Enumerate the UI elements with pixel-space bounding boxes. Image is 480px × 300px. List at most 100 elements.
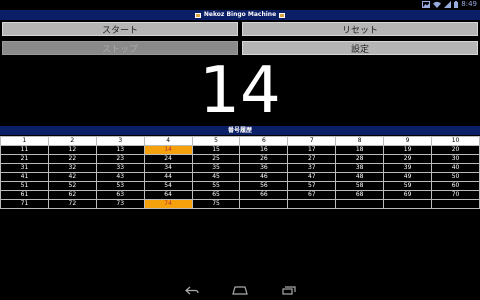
history-cell: 40: [431, 163, 480, 173]
history-cell: 65: [191, 190, 241, 200]
history-cell: 9: [383, 136, 433, 146]
history-cell: 72: [47, 199, 97, 209]
history-row: 61 62 63 64 65 66 67 68 69 70: [0, 190, 480, 200]
history-cell: [335, 199, 385, 209]
history-cell: 73: [95, 199, 145, 209]
history-cell: 64: [143, 190, 193, 200]
history-cell: 20: [431, 145, 480, 155]
status-bar: 8:49: [0, 0, 480, 9]
history-cell: 6: [239, 136, 289, 146]
history-cell: 5: [191, 136, 241, 146]
history-cell: 63: [95, 190, 145, 200]
history-cell: 14: [143, 145, 193, 155]
history-cell: 44: [143, 172, 193, 182]
history-cell: 58: [335, 181, 385, 191]
history-cell: 27: [287, 154, 337, 164]
gallery-icon: [422, 1, 431, 8]
battery-icon: [454, 1, 459, 8]
back-icon[interactable]: [185, 286, 199, 295]
history-cell: 30: [431, 154, 480, 164]
history-cell: 51: [0, 181, 49, 191]
history-cell: 13: [95, 145, 145, 155]
history-title: 番号履歴: [0, 126, 480, 135]
history-cell: 7: [287, 136, 337, 146]
wifi-icon: [433, 1, 442, 8]
history-cell: 46: [239, 172, 289, 182]
history-cell: 3: [95, 136, 145, 146]
history-cell: 52: [47, 181, 97, 191]
history-row: 31 32 33 34 35 36 37 38 39 40: [0, 163, 480, 173]
history-cell: 49: [383, 172, 433, 182]
history-cell: 15: [191, 145, 241, 155]
app-icon-right: [279, 12, 286, 18]
history-cell: 38: [335, 163, 385, 173]
history-cell: [239, 199, 289, 209]
title-bar: Nekoz Bingo Machine: [0, 10, 480, 20]
start-button[interactable]: スタート: [2, 22, 238, 36]
history-cell: 70: [431, 190, 480, 200]
history-cell: 31: [0, 163, 49, 173]
history-cell: 18: [335, 145, 385, 155]
history-cell: 61: [0, 190, 49, 200]
settings-button[interactable]: 設定: [242, 41, 478, 55]
history-cell: 39: [383, 163, 433, 173]
history-header-row: 1 2 3 4 5 6 7 8 9 10: [0, 136, 480, 146]
history-cell: 11: [0, 145, 49, 155]
history-row: 21 22 23 24 25 26 27 28 29 30: [0, 154, 480, 164]
history-row: 41 42 43 44 45 46 47 48 49 50: [0, 172, 480, 182]
history-cell: 59: [383, 181, 433, 191]
history-cell: 55: [191, 181, 241, 191]
history-cell: 1: [0, 136, 49, 146]
history-cell: 68: [335, 190, 385, 200]
history-cell: 67: [287, 190, 337, 200]
history-cell: 37: [287, 163, 337, 173]
history-cell: 4: [143, 136, 193, 146]
history-cell: 54: [143, 181, 193, 191]
history-cell: 2: [47, 136, 97, 146]
history-cell: 45: [191, 172, 241, 182]
history-cell: 10: [431, 136, 480, 146]
history-cell: 22: [47, 154, 97, 164]
history-cell: 57: [287, 181, 337, 191]
history-cell: 33: [95, 163, 145, 173]
history-cell: 25: [191, 154, 241, 164]
app-title: Nekoz Bingo Machine: [203, 11, 277, 18]
history-cell: 43: [95, 172, 145, 182]
history-cell: 35: [191, 163, 241, 173]
history-cell: 16: [239, 145, 289, 155]
history-cell: 19: [383, 145, 433, 155]
history-cell: 42: [47, 172, 97, 182]
home-icon[interactable]: [232, 286, 248, 295]
history-cell: 50: [431, 172, 480, 182]
history-cell: 12: [47, 145, 97, 155]
history-cell: [383, 199, 433, 209]
history-cell: 29: [383, 154, 433, 164]
history-cell: 69: [383, 190, 433, 200]
history-cell: 48: [335, 172, 385, 182]
history-cell: 71: [0, 199, 49, 209]
history-row: 51 52 53 54 55 56 57 58 59 60: [0, 181, 480, 191]
history-cell: 23: [95, 154, 145, 164]
history-cell: 74: [143, 199, 193, 209]
navigation-bar: [0, 282, 480, 300]
history-cell: 21: [0, 154, 49, 164]
history-cell: 56: [239, 181, 289, 191]
status-icons: 8:49: [422, 0, 477, 9]
stop-button[interactable]: ストップ: [2, 41, 238, 55]
history-cell: [431, 199, 480, 209]
history-cell: 8: [335, 136, 385, 146]
history-cell: 47: [287, 172, 337, 182]
history-cell: 24: [143, 154, 193, 164]
app-icon: [194, 12, 201, 18]
history-cell: 75: [191, 199, 241, 209]
reset-button[interactable]: リセット: [242, 22, 478, 36]
recents-icon[interactable]: [282, 286, 296, 295]
history-cell: 66: [239, 190, 289, 200]
history-cell: 60: [431, 181, 480, 191]
signal-icon: [444, 1, 452, 8]
history-cell: 62: [47, 190, 97, 200]
history-row: 11 12 13 14 15 16 17 18 19 20: [0, 145, 480, 155]
history-cell: [287, 199, 337, 209]
history-cell: 36: [239, 163, 289, 173]
clock: 8:49: [461, 0, 477, 8]
